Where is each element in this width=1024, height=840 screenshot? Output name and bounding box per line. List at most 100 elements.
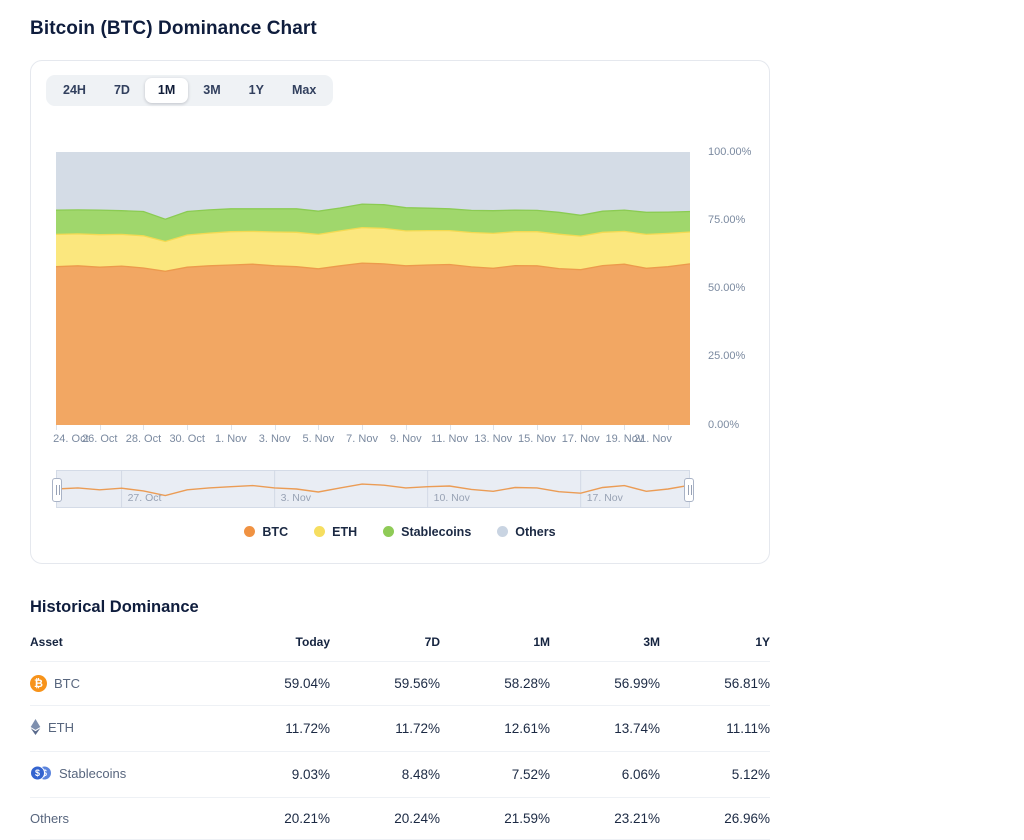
y-axis: 100.00%75.00%50.00%25.00%0.00% bbox=[700, 152, 762, 425]
stablecoins-7d: 8.48% bbox=[330, 752, 440, 798]
x-axis-tick bbox=[493, 425, 494, 430]
range-button-max[interactable]: Max bbox=[279, 78, 329, 103]
chart-legend: BTC ETH Stablecoins Others bbox=[46, 525, 754, 539]
y-axis-label: 100.00% bbox=[708, 146, 751, 158]
x-axis-tick bbox=[362, 425, 363, 430]
column-header-3m: 3M bbox=[550, 627, 660, 662]
btc-3m: 56.99% bbox=[550, 661, 660, 706]
column-header-1y: 1Y bbox=[660, 627, 770, 662]
x-axis-tick bbox=[231, 425, 232, 430]
x-axis-label: 30. Oct bbox=[169, 433, 204, 445]
x-axis: 24. Oct26. Oct28. Oct30. Oct1. Nov3. Nov… bbox=[56, 425, 690, 450]
x-axis-tick bbox=[581, 425, 582, 430]
x-axis-tick bbox=[275, 425, 276, 430]
legend-item-stablecoins[interactable]: Stablecoins bbox=[383, 525, 471, 539]
legend-item-btc[interactable]: BTC bbox=[244, 525, 288, 539]
x-axis-label: 7. Nov bbox=[346, 433, 378, 445]
y-axis-label: 75.00% bbox=[708, 214, 745, 226]
eth-7d: 11.72% bbox=[330, 706, 440, 752]
navigator-axis-label: 3. Nov bbox=[281, 492, 311, 504]
eth-1m: 12.61% bbox=[440, 706, 550, 752]
navigator-left-handle[interactable] bbox=[52, 478, 62, 502]
x-axis-label: 3. Nov bbox=[259, 433, 291, 445]
legend-label: BTC bbox=[262, 525, 288, 539]
chart-area[interactable]: coingecko 100.00%75.00%50.00%25.00%0.00%… bbox=[56, 152, 690, 508]
x-axis-label: 13. Nov bbox=[474, 433, 512, 445]
eth-icon bbox=[30, 719, 41, 735]
legend-swatch bbox=[497, 526, 508, 537]
range-button-24h[interactable]: 24H bbox=[50, 78, 99, 103]
x-axis-label: 9. Nov bbox=[390, 433, 422, 445]
x-axis-tick bbox=[56, 425, 57, 430]
chart-navigator[interactable]: 27. Oct 3. Nov 10. Nov 17. Nov bbox=[56, 470, 690, 508]
others-today: 20.21% bbox=[220, 798, 330, 840]
x-axis-label: 11. Nov bbox=[431, 433, 468, 445]
legend-label: Stablecoins bbox=[401, 525, 471, 539]
eth-1y: 11.11% bbox=[660, 706, 770, 752]
column-header-today: Today bbox=[220, 627, 330, 662]
x-axis-tick bbox=[318, 425, 319, 430]
x-axis-tick bbox=[187, 425, 188, 430]
dominance-chart-panel: 24H7D1M3M1YMax coingecko 100.00%75.00%50… bbox=[30, 60, 770, 564]
others-7d: 20.24% bbox=[330, 798, 440, 840]
table-row-others: Others 20.21% 20.24% 21.59% 23.21% 26.96… bbox=[30, 798, 770, 840]
y-axis-label: 0.00% bbox=[708, 419, 739, 431]
range-button-7d[interactable]: 7D bbox=[101, 78, 143, 103]
eth-today: 11.72% bbox=[220, 706, 330, 752]
x-axis-tick bbox=[668, 425, 669, 430]
asset-label: BTC bbox=[54, 676, 80, 691]
navigator-right-handle[interactable] bbox=[684, 478, 694, 502]
range-button-1m[interactable]: 1M bbox=[145, 78, 188, 103]
x-axis-tick bbox=[143, 425, 144, 430]
legend-swatch bbox=[383, 526, 394, 537]
asset-label: ETH bbox=[48, 720, 74, 735]
x-axis-label: 15. Nov bbox=[518, 433, 556, 445]
x-axis-tick bbox=[537, 425, 538, 430]
legend-label: Others bbox=[515, 525, 555, 539]
x-axis-label: 28. Oct bbox=[126, 433, 161, 445]
time-range-selector: 24H7D1M3M1YMax bbox=[46, 75, 333, 106]
legend-item-eth[interactable]: ETH bbox=[314, 525, 357, 539]
x-axis-tick bbox=[406, 425, 407, 430]
stablecoins-icon: $ $ bbox=[30, 765, 52, 781]
column-header-asset: Asset bbox=[30, 627, 220, 662]
historical-dominance-table: Asset Today 7D 1M 3M 1Y ₿ BTC 59.04% 59.… bbox=[30, 627, 770, 840]
range-button-1y[interactable]: 1Y bbox=[236, 78, 277, 103]
page-container: Bitcoin (BTC) Dominance Chart 24H7D1M3M1… bbox=[30, 18, 770, 840]
column-header-7d: 7D bbox=[330, 627, 440, 662]
page-title: Bitcoin (BTC) Dominance Chart bbox=[30, 18, 770, 40]
eth-3m: 13.74% bbox=[550, 706, 660, 752]
dominance-area-chart[interactable] bbox=[56, 152, 690, 425]
x-axis-tick bbox=[100, 425, 101, 430]
table-header-row: Asset Today 7D 1M 3M 1Y bbox=[30, 627, 770, 662]
legend-swatch bbox=[244, 526, 255, 537]
legend-swatch bbox=[314, 526, 325, 537]
column-header-1m: 1M bbox=[440, 627, 550, 662]
x-axis-tick bbox=[450, 425, 451, 430]
table-row-stablecoins: $ $ Stablecoins 9.03% 8.48% 7.52% 6.06% … bbox=[30, 752, 770, 798]
y-axis-label: 25.00% bbox=[708, 350, 745, 362]
btc-7d: 59.56% bbox=[330, 661, 440, 706]
asset-label: Others bbox=[30, 811, 69, 826]
x-axis-tick bbox=[624, 425, 625, 430]
navigator-axis-label: 27. Oct bbox=[128, 492, 162, 504]
btc-icon: ₿ bbox=[30, 675, 47, 692]
stablecoins-today: 9.03% bbox=[220, 752, 330, 798]
navigator-axis-label: 17. Nov bbox=[587, 492, 623, 504]
x-axis-label: 21. Nov bbox=[634, 433, 672, 445]
table-row-eth: ETH 11.72% 11.72% 12.61% 13.74% 11.11% bbox=[30, 706, 770, 752]
legend-label: ETH bbox=[332, 525, 357, 539]
x-axis-label: 1. Nov bbox=[215, 433, 247, 445]
x-axis-label: 17. Nov bbox=[562, 433, 600, 445]
others-1m: 21.59% bbox=[440, 798, 550, 840]
legend-item-others[interactable]: Others bbox=[497, 525, 555, 539]
x-axis-label: 26. Oct bbox=[82, 433, 117, 445]
navigator-axis-label: 10. Nov bbox=[434, 492, 470, 504]
asset-label: Stablecoins bbox=[59, 766, 126, 781]
stablecoins-3m: 6.06% bbox=[550, 752, 660, 798]
svg-text:$: $ bbox=[35, 768, 40, 778]
btc-1m: 58.28% bbox=[440, 661, 550, 706]
x-axis-label: 5. Nov bbox=[302, 433, 334, 445]
range-button-3m[interactable]: 3M bbox=[190, 78, 233, 103]
others-1y: 26.96% bbox=[660, 798, 770, 840]
